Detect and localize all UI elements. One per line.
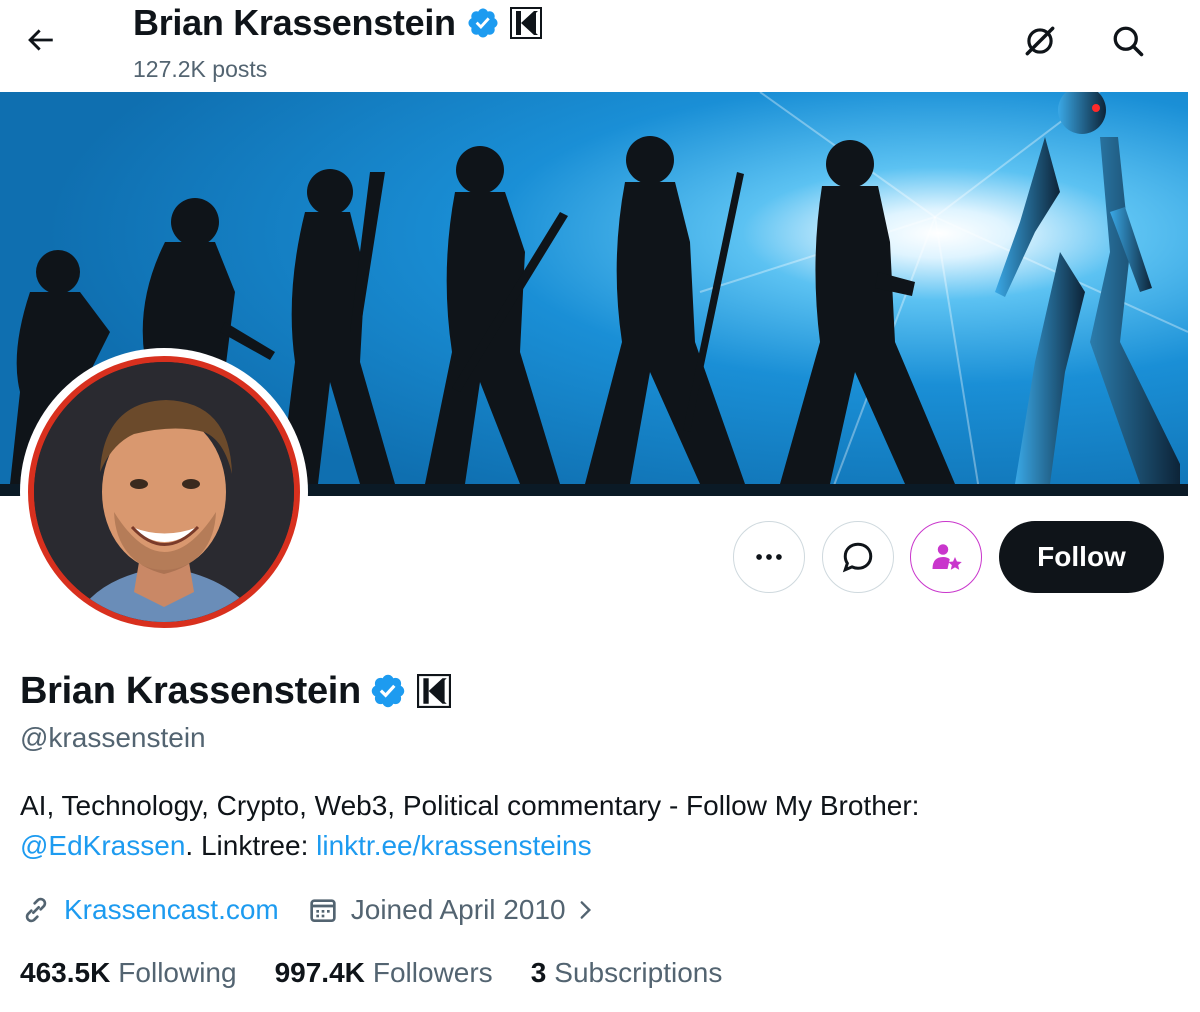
followers-count: 997.4K: [274, 957, 365, 988]
posts-count: 127.2K posts: [133, 56, 268, 82]
subscribe-star-icon: [932, 544, 962, 570]
profile-name-row: Brian Krassenstein: [20, 667, 451, 715]
search-icon: [1113, 26, 1144, 57]
followers-label: Followers: [372, 957, 493, 988]
message-icon: [842, 542, 873, 573]
profile-avatar[interactable]: [20, 348, 308, 636]
joined-date: Joined April 2010: [350, 894, 566, 925]
bio-text: . Linktree:: [185, 830, 317, 861]
subscribe-button[interactable]: [910, 521, 982, 593]
more-options-button[interactable]: [733, 521, 805, 593]
bio-mention-link[interactable]: @EdKrassen: [20, 830, 185, 861]
message-button[interactable]: [822, 521, 894, 593]
profile-meta: Krassencast.com Joined April 2010: [20, 890, 598, 930]
verified-badge-icon[interactable]: [369, 672, 407, 710]
grok-button[interactable]: [1017, 18, 1063, 64]
profile-bio: AI, Technology, Crypto, Web3, Political …: [20, 786, 1170, 866]
following-stat[interactable]: 463.5K Following: [20, 957, 237, 989]
profile-name: Brian Krassenstein: [20, 669, 361, 712]
subscriptions-label: Subscriptions: [554, 957, 723, 988]
chevron-right-icon: [580, 901, 591, 919]
header-name: Brian Krassenstein: [133, 2, 456, 43]
following-label: Following: [118, 957, 237, 988]
verified-badge-icon: [468, 8, 498, 38]
affiliate-k-badge-icon[interactable]: [416, 674, 451, 708]
back-button[interactable]: [18, 18, 62, 62]
following-count: 463.5K: [20, 957, 111, 988]
back-arrow-icon: [28, 29, 53, 51]
website-link[interactable]: Krassencast.com: [64, 894, 279, 926]
search-button[interactable]: [1105, 18, 1151, 64]
grok-icon: [1025, 26, 1055, 56]
follow-button[interactable]: Follow: [999, 521, 1164, 593]
profile-handle: @krassenstein: [20, 722, 206, 753]
bio-linktree-link[interactable]: linktr.ee/krassensteins: [316, 830, 591, 861]
joined-item[interactable]: Joined April 2010: [307, 894, 598, 926]
bio-text: AI, Technology, Crypto, Web3, Political …: [20, 790, 920, 821]
avatar-face-image: [34, 362, 294, 622]
header-name-row: Brian Krassenstein: [133, 2, 542, 44]
ellipsis-icon: [756, 554, 782, 560]
top-bar: Brian Krassenstein 127.2K posts: [0, 0, 1200, 92]
avatar-photo: [28, 356, 300, 628]
website-item: Krassencast.com: [20, 894, 279, 926]
subscriptions-count: 3: [530, 957, 547, 988]
subscriptions-stat[interactable]: 3 Subscriptions: [531, 957, 723, 989]
calendar-icon: [310, 899, 336, 922]
profile-stats: 463.5K Following 997.4K Followers 3 Subs…: [20, 953, 760, 993]
followers-stat[interactable]: 997.4K Followers: [275, 957, 493, 989]
affiliate-k-badge-icon: [509, 7, 542, 39]
link-icon: [25, 897, 47, 923]
